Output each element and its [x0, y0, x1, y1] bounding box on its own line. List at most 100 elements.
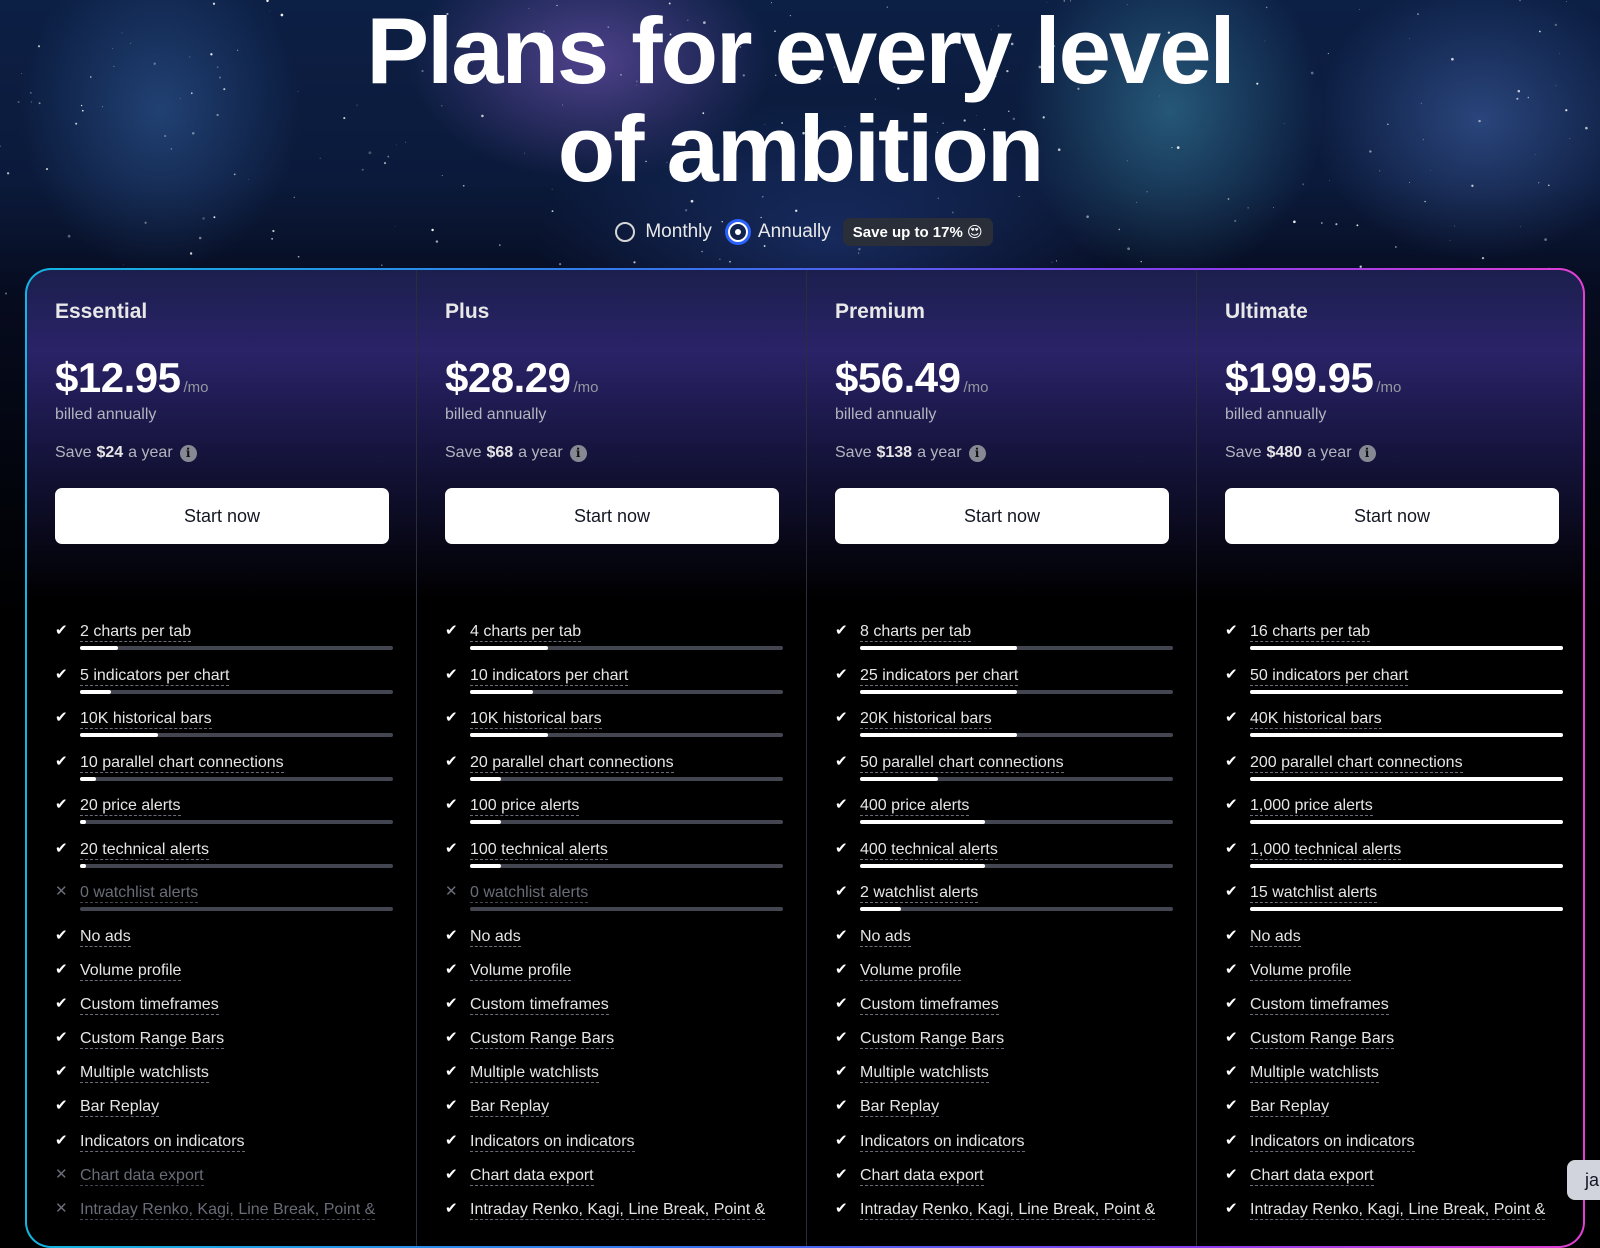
- feature-label[interactable]: Chart data export: [860, 1166, 984, 1186]
- feature-label[interactable]: 0 watchlist alerts: [470, 883, 589, 903]
- feature-label[interactable]: 2 charts per tab: [80, 622, 192, 642]
- limit-bar: [80, 733, 393, 737]
- feature-label[interactable]: No ads: [860, 927, 911, 947]
- feature-label[interactable]: Multiple watchlists: [80, 1063, 209, 1084]
- start-now-button[interactable]: Start now: [445, 488, 779, 544]
- check-icon: ✔: [835, 1131, 848, 1149]
- check-icon: ✔: [445, 1200, 458, 1217]
- feature-label[interactable]: Custom timeframes: [1250, 995, 1389, 1015]
- radio-monthly[interactable]: [615, 222, 636, 242]
- feature-label[interactable]: Multiple watchlists: [470, 1063, 599, 1084]
- feature-label[interactable]: Bar Replay: [80, 1097, 160, 1118]
- feature-label[interactable]: 10 indicators per chart: [470, 666, 629, 686]
- feature-label[interactable]: Volume profile: [470, 961, 572, 981]
- billing-option-monthly[interactable]: Monthly: [615, 221, 712, 243]
- feature-label[interactable]: 20 parallel chart connections: [470, 753, 674, 773]
- feature-label[interactable]: Indicators on indicators: [860, 1132, 1025, 1152]
- feature-label[interactable]: 15 watchlist alerts: [1250, 883, 1378, 903]
- feature-label[interactable]: 5 indicators per chart: [80, 666, 230, 686]
- feature-item: ✔ 10 indicators per chart: [445, 666, 783, 710]
- feature-label[interactable]: Indicators on indicators: [80, 1132, 245, 1152]
- feature-label[interactable]: No ads: [1250, 927, 1301, 947]
- billing-option-annually[interactable]: Annually: [727, 221, 831, 243]
- limit-bar-fill: [80, 733, 159, 737]
- feature-label[interactable]: Custom Range Bars: [1250, 1029, 1395, 1050]
- feature-label[interactable]: 8 charts per tab: [860, 622, 972, 642]
- feature-label[interactable]: No ads: [470, 927, 521, 947]
- feature-label[interactable]: Multiple watchlists: [860, 1063, 989, 1084]
- feature-label[interactable]: Volume profile: [80, 961, 182, 981]
- feature-label[interactable]: 0 watchlist alerts: [80, 883, 199, 903]
- feature-label[interactable]: Indicators on indicators: [470, 1132, 635, 1152]
- feature-label[interactable]: 2 watchlist alerts: [860, 883, 979, 903]
- feature-label[interactable]: 20 price alerts: [80, 796, 181, 816]
- feature-label[interactable]: Custom Range Bars: [470, 1029, 615, 1050]
- feature-label[interactable]: Intraday Renko, Kagi, Line Break, Point …: [1250, 1200, 1546, 1220]
- feature-label[interactable]: 1,000 technical alerts: [1250, 840, 1402, 860]
- feature-label[interactable]: 50 indicators per chart: [1250, 666, 1409, 686]
- feature-label[interactable]: 4 charts per tab: [470, 622, 582, 642]
- feature-item: ✔ 400 price alerts: [835, 796, 1173, 840]
- feature-label[interactable]: Custom Range Bars: [860, 1029, 1005, 1050]
- feature-label[interactable]: 100 technical alerts: [470, 840, 608, 860]
- start-now-button[interactable]: Start now: [835, 488, 1169, 544]
- limit-bar-fill: [1250, 689, 1563, 694]
- feature-label[interactable]: No ads: [80, 927, 131, 947]
- start-now-button[interactable]: Start now: [1225, 488, 1559, 544]
- feature-label[interactable]: Multiple watchlists: [1250, 1063, 1379, 1084]
- feature-label[interactable]: Custom timeframes: [860, 995, 999, 1015]
- feature-label[interactable]: Volume profile: [860, 961, 962, 981]
- feature-label[interactable]: 16 charts per tab: [1250, 622, 1371, 642]
- check-icon: ✔: [55, 665, 68, 683]
- limit-bar-fill: [470, 863, 502, 868]
- feature-item: ✔ 20 parallel chart connections: [445, 752, 783, 797]
- check-icon: ✔: [445, 752, 458, 770]
- info-icon[interactable]: i: [1358, 444, 1376, 462]
- start-now-button[interactable]: Start now: [55, 488, 389, 544]
- feature-label[interactable]: Chart data export: [80, 1166, 204, 1186]
- feature-item: ✔ Custom timeframes: [445, 995, 781, 1029]
- feature-label[interactable]: 10K historical bars: [80, 709, 212, 729]
- radio-annually[interactable]: [727, 222, 748, 242]
- cross-icon: ✕: [55, 883, 68, 900]
- info-icon[interactable]: i: [179, 444, 197, 462]
- feature-label[interactable]: 40K historical bars: [1250, 709, 1382, 729]
- check-icon: ✔: [835, 1165, 848, 1183]
- feature-label[interactable]: Volume profile: [1250, 961, 1352, 981]
- feature-label[interactable]: Indicators on indicators: [1250, 1132, 1415, 1152]
- check-icon: ✔: [445, 1063, 458, 1081]
- feature-label[interactable]: Chart data export: [470, 1166, 594, 1186]
- feature-label[interactable]: Custom timeframes: [80, 995, 219, 1015]
- feature-label[interactable]: 20 technical alerts: [80, 840, 209, 860]
- feature-label[interactable]: Custom timeframes: [470, 995, 609, 1015]
- plan-name: Ultimate: [1225, 300, 1308, 323]
- feature-label[interactable]: Intraday Renko, Kagi, Line Break, Point …: [860, 1200, 1156, 1220]
- feature-label[interactable]: 10 parallel chart connections: [80, 753, 284, 773]
- check-icon: ✔: [1225, 1029, 1238, 1047]
- feature-label[interactable]: Bar Replay: [860, 1097, 940, 1118]
- feature-label[interactable]: 400 technical alerts: [860, 840, 998, 860]
- feature-label[interactable]: Bar Replay: [470, 1097, 550, 1118]
- limit-bar: [80, 646, 393, 650]
- side-chip[interactable]: ja: [1567, 1160, 1600, 1200]
- info-icon[interactable]: i: [569, 444, 587, 462]
- billing-note: billed annually: [1225, 406, 1327, 423]
- info-icon[interactable]: i: [968, 444, 986, 462]
- feature-label[interactable]: 1,000 price alerts: [1250, 796, 1373, 816]
- feature-label[interactable]: Chart data export: [1250, 1166, 1374, 1186]
- feature-label[interactable]: 10K historical bars: [470, 709, 602, 729]
- feature-label[interactable]: 200 parallel chart connections: [1250, 753, 1463, 773]
- feature-label[interactable]: 400 price alerts: [860, 796, 970, 816]
- limit-bar-fill: [80, 689, 112, 694]
- feature-label[interactable]: Intraday Renko, Kagi, Line Break, Point …: [470, 1200, 766, 1220]
- feature-label[interactable]: 100 price alerts: [470, 796, 580, 816]
- feature-label[interactable]: Bar Replay: [1250, 1097, 1330, 1118]
- check-icon: ✔: [1225, 1200, 1238, 1217]
- feature-label[interactable]: 25 indicators per chart: [860, 666, 1019, 686]
- feature-label[interactable]: Custom Range Bars: [80, 1029, 225, 1050]
- feature-label[interactable]: Intraday Renko, Kagi, Line Break, Point …: [80, 1200, 376, 1220]
- limit-bar: [1250, 733, 1563, 737]
- feature-label[interactable]: 20K historical bars: [860, 709, 992, 729]
- cross-icon: ✕: [55, 1165, 68, 1183]
- feature-label[interactable]: 50 parallel chart connections: [860, 753, 1064, 773]
